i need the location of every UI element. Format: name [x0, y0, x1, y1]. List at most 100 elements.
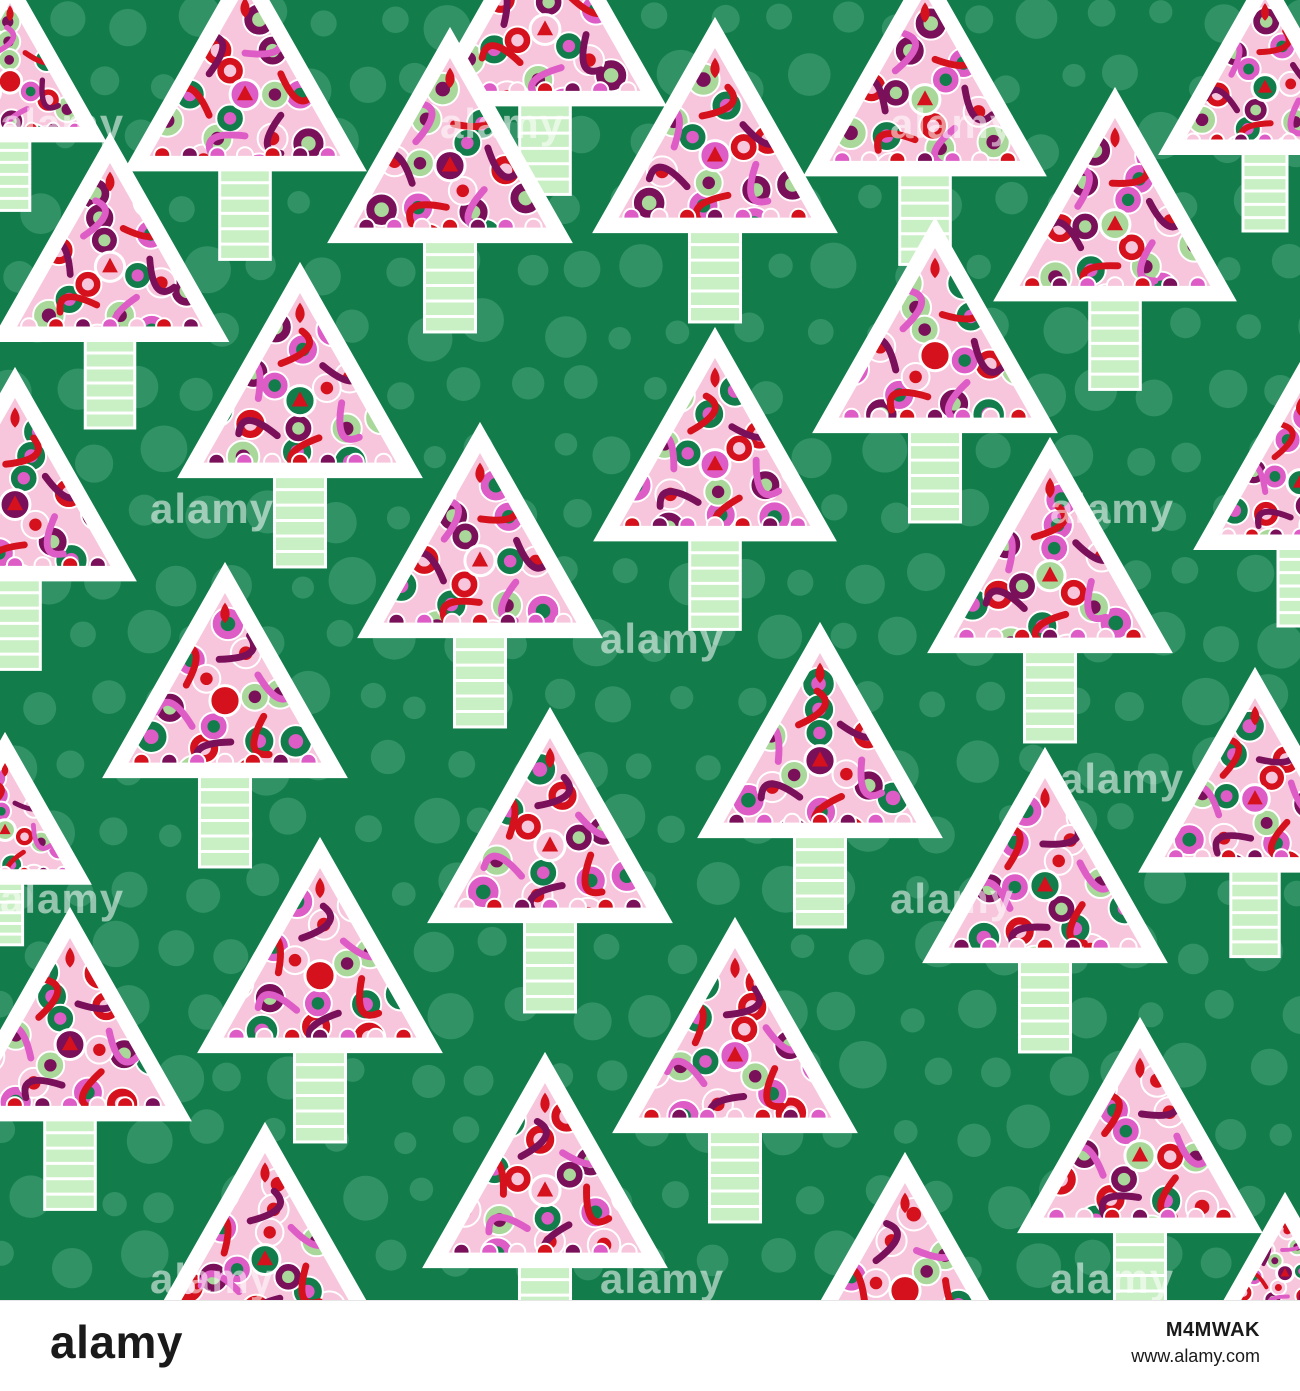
polka-dot [394, 1132, 416, 1154]
polka-dot [1205, 990, 1234, 1019]
polka-dot [1088, 0, 1116, 27]
polka-dot [792, 438, 832, 478]
polka-dot [619, 244, 662, 287]
polka-dot [907, 553, 945, 591]
polka-dot [212, 1063, 241, 1092]
polka-dot [670, 686, 693, 709]
polka-dot [50, 1, 85, 36]
polka-dot [597, 1060, 627, 1090]
pattern-canvas [0, 0, 1300, 1300]
polka-dot [791, 934, 815, 958]
polka-dot [128, 610, 171, 653]
polka-dot [52, 1248, 92, 1288]
tree-trunk [0, 577, 40, 669]
polka-dot [787, 570, 813, 596]
polka-dot [403, 697, 426, 720]
polka-dot [180, 378, 213, 411]
tree-trunk [709, 1129, 760, 1222]
polka-dot [127, 1118, 173, 1164]
tree-trunk [45, 1117, 96, 1209]
polka-dot [109, 9, 146, 46]
alamy-logo: alamy [50, 1315, 183, 1369]
polka-dot [796, 1186, 824, 1214]
polka-dot [981, 1058, 1011, 1088]
polka-dot [92, 680, 126, 714]
polka-dot [327, 620, 354, 647]
polka-dot [1171, 443, 1201, 473]
polka-dot [1251, 1049, 1288, 1086]
tree-trunk [524, 919, 575, 1012]
polka-dot [269, 798, 306, 835]
polka-dot [574, 1002, 612, 1040]
polka-dot [447, 367, 481, 401]
polka-dot [56, 751, 84, 779]
polka-dot [965, 5, 993, 33]
polka-dot [831, 623, 857, 649]
polka-dot [662, 1181, 689, 1208]
polka-dot [424, 446, 446, 468]
polka-dot [392, 882, 416, 906]
polka-dot [901, 1008, 925, 1032]
polka-dot [1203, 626, 1239, 662]
polka-dot [1270, 1124, 1292, 1146]
tree-trunk [794, 834, 845, 927]
site-url-link[interactable]: www.alamy.com [980, 1346, 1260, 1367]
polka-dot [976, 682, 1005, 711]
polka-dot [666, 320, 690, 344]
polka-dot [810, 243, 856, 289]
polka-dot [849, 939, 885, 975]
polka-dot [788, 53, 831, 96]
polka-dot [564, 365, 598, 399]
tree-trunk [1231, 869, 1279, 957]
polka-dot [555, 433, 578, 456]
polka-dot [697, 862, 740, 905]
polka-dot [1062, 64, 1085, 87]
polka-dot [1127, 448, 1155, 476]
polka-dot [1201, 1247, 1232, 1278]
polka-dot [1077, 753, 1115, 791]
polka-dot [613, 558, 638, 583]
polka-dot [350, 67, 386, 103]
tree-trunk [1024, 649, 1075, 742]
polka-dot [839, 1041, 886, 1088]
polka-dot [894, 1120, 918, 1144]
polka-dot [644, 377, 667, 400]
polka-dot [376, 1240, 407, 1271]
polka-dot [758, 615, 802, 659]
polka-dot [833, 1, 864, 32]
polka-dot [995, 182, 1028, 215]
polka-dot [70, 621, 96, 647]
polka-dot [102, 1192, 126, 1216]
polka-dot [159, 825, 181, 847]
polka-dot [925, 1058, 952, 1085]
polka-dot [592, 436, 630, 474]
polka-dot [878, 617, 917, 656]
polka-dot [185, 496, 228, 539]
polka-dot [1044, 307, 1091, 354]
polka-dot [1075, 1240, 1111, 1276]
polka-dot [761, 1238, 796, 1273]
polka-dot [906, 876, 929, 899]
polka-dot [862, 428, 907, 473]
tree-trunk [454, 634, 505, 727]
polka-dot [141, 425, 188, 472]
polka-dot [881, 503, 912, 534]
polka-dot [343, 1176, 388, 1221]
polka-dot [361, 683, 386, 708]
polka-dot [453, 1116, 479, 1142]
polka-dot [1182, 678, 1229, 725]
polka-dot [512, 367, 544, 399]
polka-dot [355, 815, 382, 842]
polka-dot [387, 382, 414, 409]
polka-dot [846, 565, 885, 604]
polka-dot [169, 196, 195, 222]
polka-dot [1215, 1119, 1246, 1150]
polka-dot [287, 191, 310, 214]
polka-dot [1172, 557, 1199, 584]
polka-dot [957, 1124, 990, 1157]
polka-dot [1138, 754, 1169, 785]
polka-dot [697, 1245, 729, 1277]
polka-dot [976, 433, 1011, 468]
tree-trunk [85, 338, 135, 428]
polka-dot [329, 557, 376, 604]
